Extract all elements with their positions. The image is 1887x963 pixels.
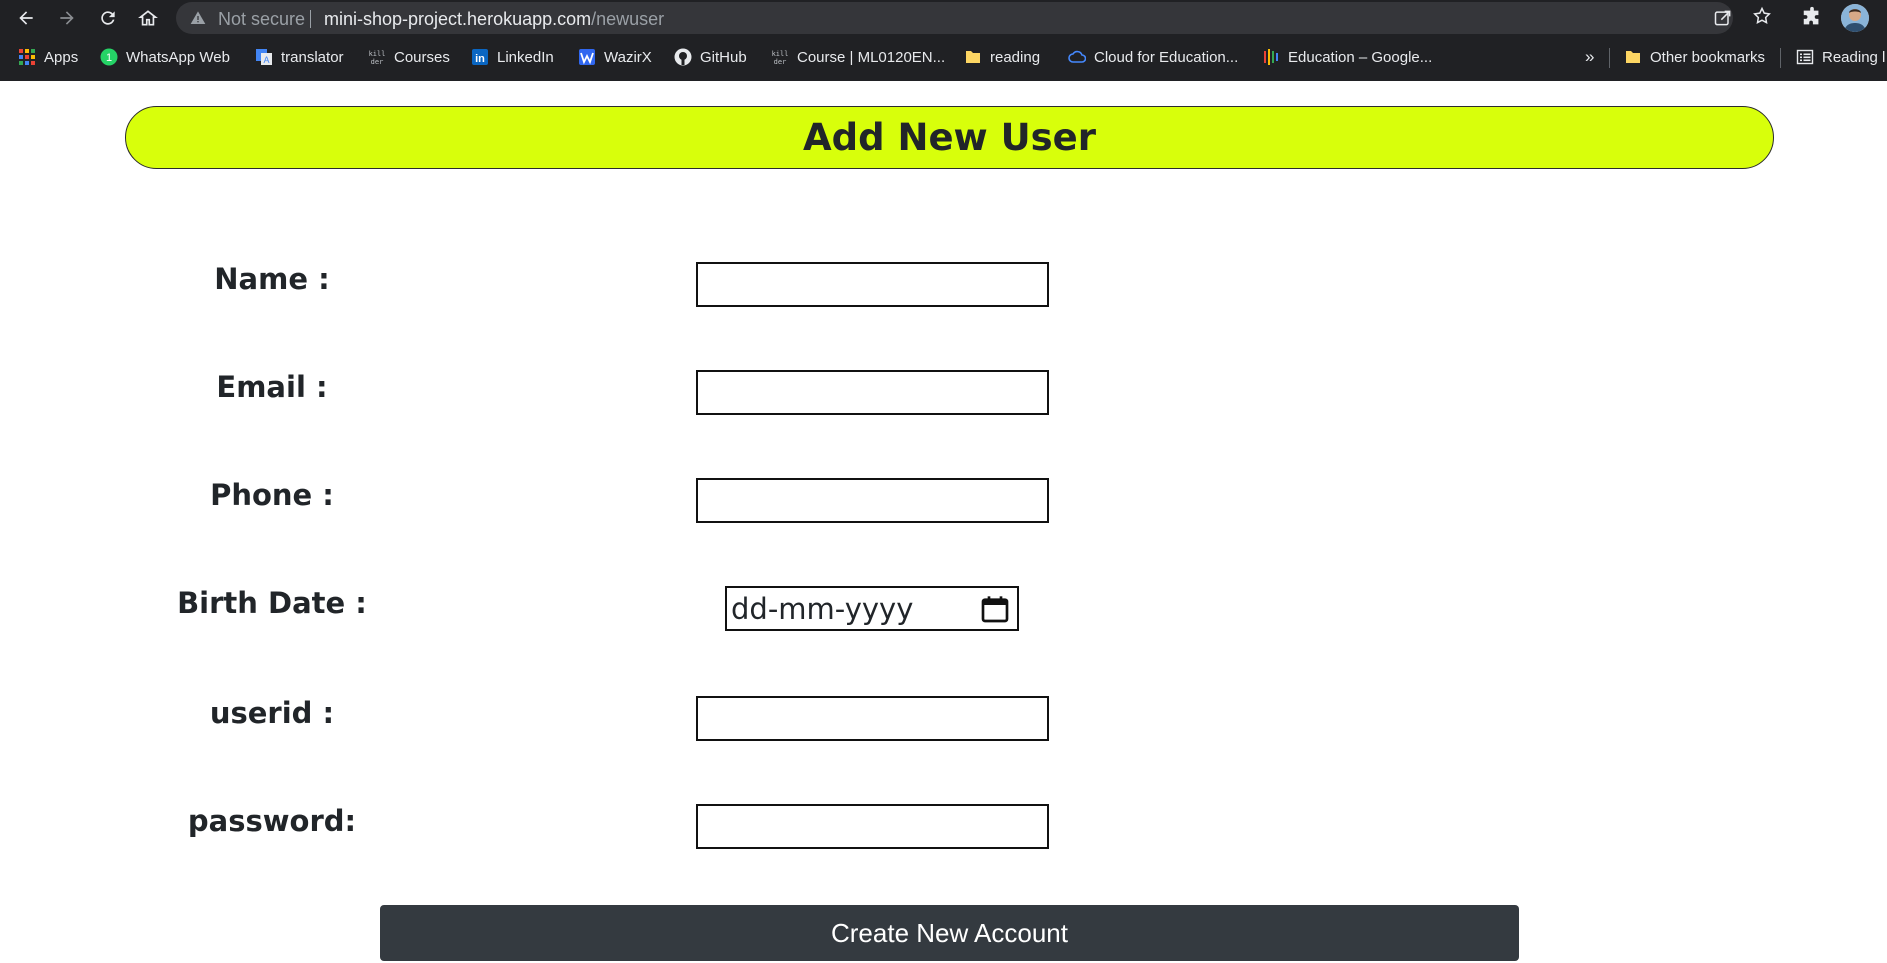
overflow-chevron-icon: » xyxy=(1585,47,1595,66)
bookmark-translator[interactable]: A translator xyxy=(255,42,344,72)
profile-avatar[interactable] xyxy=(1841,4,1869,32)
svg-text:in: in xyxy=(475,53,485,65)
google-education-icon xyxy=(1264,49,1278,65)
bookmark-apps[interactable]: Apps xyxy=(18,42,78,72)
browser-toolbar: Not secure mini-shop-project.herokuapp.c… xyxy=(0,0,1887,36)
bookmark-label: Apps xyxy=(44,48,79,66)
page-title: Add New User xyxy=(802,116,1097,159)
bookmark-cloud-for-education[interactable]: Cloud for Education... xyxy=(1068,42,1238,72)
svg-text:1: 1 xyxy=(106,52,112,64)
bookmark-github[interactable]: GitHub xyxy=(674,42,747,72)
google-translate-icon: A xyxy=(256,49,272,65)
reading-list[interactable]: Reading l xyxy=(1796,42,1885,72)
phone-input[interactable] xyxy=(696,478,1049,523)
reload-button[interactable] xyxy=(94,4,122,32)
address-separator xyxy=(310,10,311,28)
userid-label: userid : xyxy=(209,696,335,730)
bookmarks-bar: Apps 1 WhatsApp Web A translator kill der… xyxy=(0,42,1887,72)
reading-list-label: Reading l xyxy=(1822,48,1886,66)
url-text[interactable]: mini-shop-project.herokuapp.com/newuser xyxy=(324,9,664,30)
other-bookmarks-label: Other bookmarks xyxy=(1650,48,1766,66)
reload-icon xyxy=(101,11,115,25)
password-label: password: xyxy=(187,804,357,838)
svg-text:A: A xyxy=(263,55,269,65)
bookmark-label: reading xyxy=(990,48,1041,66)
phone-label: Phone : xyxy=(210,478,334,512)
birth-date-placeholder: dd-mm-yyyy xyxy=(731,592,914,626)
bookmark-label: Education – Google... xyxy=(1288,48,1433,66)
birth-date-input[interactable]: dd-mm-yyyy xyxy=(725,586,1019,631)
killer-coder-icon: killder xyxy=(369,50,386,66)
url-path: /newuser xyxy=(591,9,665,29)
bookmark-label: translator xyxy=(281,48,344,66)
apps-grid-icon xyxy=(19,49,35,65)
svg-text:kill: kill xyxy=(772,50,789,58)
email-label: Email : xyxy=(216,370,328,404)
bookmark-label: Cloud for Education... xyxy=(1094,48,1239,66)
bookmarks-overflow-button[interactable]: » xyxy=(1585,42,1594,72)
github-icon xyxy=(674,48,692,66)
arrow-left-icon xyxy=(19,11,33,25)
share-icon[interactable] xyxy=(1713,8,1733,28)
folder-icon xyxy=(966,51,980,63)
password-input[interactable] xyxy=(696,804,1049,849)
home-button[interactable] xyxy=(134,4,162,32)
bookmarks-divider xyxy=(1780,48,1781,68)
bookmark-label: GitHub xyxy=(700,48,747,66)
birth-date-label: Birth Date : xyxy=(177,586,367,620)
page-header-banner: Add New User xyxy=(125,106,1774,169)
svg-text:kill: kill xyxy=(369,50,386,58)
linkedin-icon: in xyxy=(472,49,488,65)
bookmark-course-ml0120en[interactable]: kill der Course | ML0120EN... xyxy=(771,42,946,72)
extensions-puzzle-icon[interactable] xyxy=(1801,6,1823,28)
home-icon xyxy=(138,10,158,26)
reading-list-icon xyxy=(1796,49,1814,65)
svg-text:der: der xyxy=(371,58,384,66)
svg-text:der: der xyxy=(774,58,787,66)
name-input[interactable] xyxy=(696,262,1049,307)
killer-coder-icon: killder xyxy=(772,50,789,66)
userid-input[interactable] xyxy=(696,696,1049,741)
address-bar[interactable]: Not secure mini-shop-project.herokuapp.c… xyxy=(176,2,1733,34)
bookmarks-divider xyxy=(1609,48,1610,68)
url-host: mini-shop-project.herokuapp.com xyxy=(324,9,592,29)
wazirx-icon xyxy=(579,49,595,65)
bookmark-education-google[interactable]: Education – Google... xyxy=(1262,42,1432,72)
security-label[interactable]: Not secure xyxy=(218,9,305,30)
arrow-right-icon xyxy=(60,11,74,25)
other-bookmarks[interactable]: Other bookmarks xyxy=(1624,42,1765,72)
folder-icon xyxy=(1626,51,1640,63)
bookmark-star-icon[interactable] xyxy=(1752,6,1772,26)
forward-button[interactable] xyxy=(53,4,81,32)
bookmark-label: Course | ML0120EN... xyxy=(797,48,946,66)
bookmark-courses[interactable]: kill der Courses xyxy=(368,42,450,72)
bookmark-reading[interactable]: reading xyxy=(964,42,1040,72)
whatsapp-icon: 1 xyxy=(100,48,118,66)
bookmark-label: WhatsApp Web xyxy=(126,48,230,66)
profile-photo-icon xyxy=(1841,4,1869,32)
bookmark-whatsapp[interactable]: 1 WhatsApp Web xyxy=(100,42,230,72)
name-label: Name : xyxy=(214,262,330,296)
bookmark-linkedin[interactable]: in LinkedIn xyxy=(471,42,554,72)
bookmark-label: Courses xyxy=(394,48,450,66)
bookmark-label: WazirX xyxy=(604,48,652,66)
email-input[interactable] xyxy=(696,370,1049,415)
back-button[interactable] xyxy=(12,4,40,32)
warning-icon xyxy=(190,11,206,24)
bookmark-label: LinkedIn xyxy=(497,48,554,66)
page-content: Add New User Name : Email : Phone : Birt… xyxy=(0,81,1887,963)
bookmark-wazirx[interactable]: WazirX xyxy=(578,42,652,72)
ibm-cloud-icon xyxy=(1068,50,1086,63)
create-account-button[interactable]: Create New Account xyxy=(380,905,1519,961)
browser-chrome: Not secure mini-shop-project.herokuapp.c… xyxy=(0,0,1887,81)
calendar-icon[interactable] xyxy=(979,593,1011,625)
